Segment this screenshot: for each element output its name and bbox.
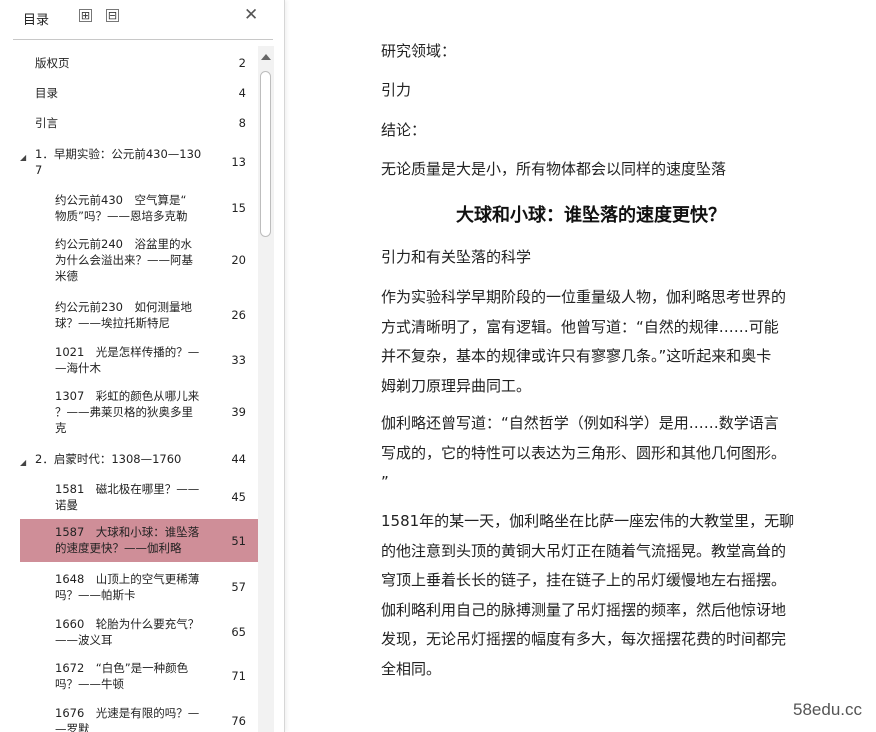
scroll-up-arrow-icon[interactable] bbox=[261, 54, 271, 60]
toc-item[interactable]: 引言 8 bbox=[20, 115, 258, 135]
toc-item[interactable]: 1021 光是怎样传播的？— —海什木 33 bbox=[20, 344, 258, 378]
toc-item-page: 15 bbox=[231, 201, 246, 215]
toc-item-label: 约公元前430 空气算是“ 物质”吗？——恩培多克勒 bbox=[55, 193, 188, 223]
section-subheading: 引力和有关坠落的科学 bbox=[381, 248, 532, 266]
toc-item-label: 2．启蒙时代：1308—1760 bbox=[35, 452, 182, 466]
toc-item-label: 1021 光是怎样传播的？— —海什木 bbox=[55, 345, 200, 375]
toc-item-page: 26 bbox=[231, 308, 246, 322]
toc-item-label: 1648 山顶上的空气更稀薄 吗？——帕斯卡 bbox=[55, 572, 200, 602]
expand-all-icon[interactable]: ⊞ bbox=[79, 9, 92, 22]
collapse-arrow-icon[interactable]: ◢ bbox=[20, 455, 26, 471]
collapse-arrow-icon[interactable]: ◢ bbox=[20, 150, 26, 166]
toc-item-active[interactable]: 1587 大球和小球：谁坠落 的速度更快？——伽利略 51 bbox=[20, 519, 258, 562]
toc-item[interactable]: 1648 山顶上的空气更稀薄 吗？——帕斯卡 57 bbox=[20, 571, 258, 605]
toc-item-page: 8 bbox=[238, 116, 246, 130]
toc-item-label: 约公元前230 如何测量地 球？——埃拉托斯特尼 bbox=[55, 300, 192, 330]
toc-item[interactable]: 1672 “白色”是一种颜色 吗？——牛顿 71 bbox=[20, 660, 258, 694]
toc-item-page: 2 bbox=[238, 56, 246, 70]
body-line: 无论质量是大是小，所有物体都会以同样的速度坠落 bbox=[381, 160, 727, 178]
toc-item-page: 13 bbox=[231, 155, 246, 169]
body-paragraph: 作为实验科学早期阶段的一位重量级人物，伽利略思考世界的 方式清晰明了，富有逻辑。… bbox=[381, 288, 787, 395]
toc-item[interactable]: 1660 轮胎为什么要充气？ ——波义耳 65 bbox=[20, 616, 258, 650]
toc-chapter-2[interactable]: ◢ 2．启蒙时代：1308—1760 44 bbox=[20, 451, 258, 471]
toc-item-label: 1660 轮胎为什么要充气？ ——波义耳 bbox=[55, 617, 200, 647]
toc-item-page: 44 bbox=[231, 452, 246, 466]
body-paragraph: 1581年的某一天，伽利略坐在比萨一座宏伟的大教堂里，无聊 的他注意到头顶的黄铜… bbox=[381, 512, 795, 678]
toc-scrollbar[interactable] bbox=[258, 46, 274, 732]
collapse-all-icon[interactable]: ⊟ bbox=[106, 9, 119, 22]
toc-item-page: 76 bbox=[231, 714, 246, 728]
toc-item[interactable]: 1676 光速是有限的吗？— —罗默 76 bbox=[20, 705, 258, 732]
close-icon[interactable]: ✕ bbox=[244, 5, 258, 25]
scrollbar-thumb[interactable] bbox=[260, 71, 271, 237]
reading-pane: 研究领域： 引力 结论： 无论质量是大是小，所有物体都会以同样的速度坠落 大球和… bbox=[285, 0, 876, 732]
section-heading: 大球和小球：谁坠落的速度更快？ bbox=[456, 205, 726, 226]
body-line: 引力 bbox=[381, 81, 412, 99]
body-paragraph: 伽利略还曾写道：“自然哲学（例如科学）是用……数学语言 写成的，它的特性可以表达… bbox=[381, 414, 787, 491]
toc-item[interactable]: 目录 4 bbox=[20, 85, 258, 105]
toc-item-page: 39 bbox=[231, 405, 246, 419]
toc-chapter-1[interactable]: ◢ 1．早期实验：公元前430—130 7 13 bbox=[20, 146, 258, 180]
toc-item-page: 57 bbox=[231, 580, 246, 594]
toc-list: 版权页 2 目录 4 引言 8 ◢ 1．早期实验：公元前430—130 7 13… bbox=[0, 46, 258, 732]
toc-item-label: 约公元前240 浴盆里的水 为什么会溢出来？——阿基 米德 bbox=[55, 237, 193, 283]
toc-item-label: 1307 彩虹的颜色从哪儿来 ？——弗莱贝格的狄奥多里 克 bbox=[55, 389, 200, 435]
toc-item-page: 51 bbox=[231, 534, 246, 548]
toc-item[interactable]: 约公元前240 浴盆里的水 为什么会溢出来？——阿基 米德 20 bbox=[20, 236, 258, 286]
toc-item-label: 目录 bbox=[35, 86, 58, 100]
toc-item-label: 1676 光速是有限的吗？— —罗默 bbox=[55, 706, 200, 732]
toc-item-label: 引言 bbox=[35, 116, 58, 130]
toc-item[interactable]: 版权页 2 bbox=[20, 55, 258, 75]
toc-item-label: 1581 磁北极在哪里？—— 诺曼 bbox=[55, 482, 200, 512]
toc-item[interactable]: 约公元前430 空气算是“ 物质”吗？——恩培多克勒 15 bbox=[20, 192, 258, 226]
body-line: 结论： bbox=[381, 121, 427, 139]
toc-item[interactable]: 约公元前230 如何测量地 球？——埃拉托斯特尼 26 bbox=[20, 299, 258, 333]
toc-title: 目录 bbox=[23, 13, 50, 28]
toc-header: 目录 ⊞ ⊟ ✕ bbox=[0, 0, 284, 38]
toc-sidebar: 目录 ⊞ ⊟ ✕ 版权页 2 目录 4 引言 8 ◢ 1．早期实验：公元前430… bbox=[0, 0, 285, 732]
toc-item-page: 71 bbox=[231, 669, 246, 683]
toc-item[interactable]: 1581 磁北极在哪里？—— 诺曼 45 bbox=[20, 481, 258, 515]
toc-item-page: 65 bbox=[231, 625, 246, 639]
toc-item-page: 4 bbox=[238, 86, 246, 100]
toc-item-page: 33 bbox=[231, 353, 246, 367]
toc-item-page: 45 bbox=[231, 490, 246, 504]
toc-item-label: 1．早期实验：公元前430—130 7 bbox=[35, 147, 202, 177]
toc-item-page: 20 bbox=[231, 253, 246, 267]
toc-item-label: 版权页 bbox=[35, 56, 70, 70]
body-line: 研究领域： bbox=[381, 42, 457, 60]
site-watermark: 58edu.cc bbox=[793, 700, 862, 719]
toc-divider bbox=[13, 39, 273, 40]
toc-item[interactable]: 1307 彩虹的颜色从哪儿来 ？——弗莱贝格的狄奥多里 克 39 bbox=[20, 388, 258, 438]
toc-item-label: 1672 “白色”是一种颜色 吗？——牛顿 bbox=[55, 661, 189, 691]
toc-item-label: 1587 大球和小球：谁坠落 的速度更快？——伽利略 bbox=[55, 525, 200, 555]
